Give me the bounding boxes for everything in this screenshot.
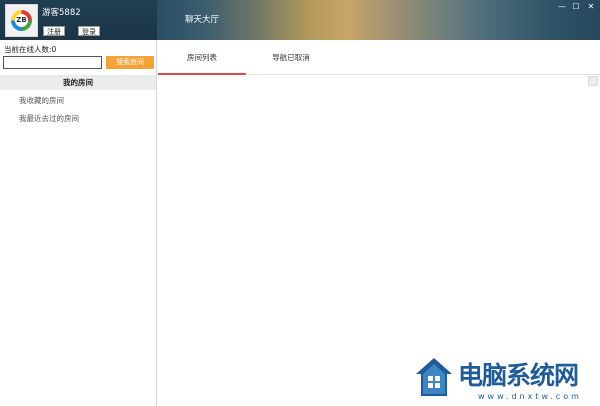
username: 游客5882 xyxy=(42,8,81,18)
watermark: 电脑系统网 www.dnxtw.com xyxy=(414,354,600,406)
main-content: 房间列表 导航已取消 xyxy=(158,40,600,406)
sidebar-item-recent-rooms[interactable]: 我最近去过的房间 xyxy=(0,111,156,126)
logo-ring-icon: ZB xyxy=(11,10,32,31)
watermark-text: 电脑系统网 xyxy=(458,361,579,390)
sidebar: 当前在线人数:0 搜索房间 我的房间 我收藏的房间 我最近去过的房间 xyxy=(0,40,157,406)
avatar[interactable]: ZB xyxy=(5,4,38,37)
avatar-logo-text: ZB xyxy=(15,14,28,27)
watermark-url: www.dnxtw.com xyxy=(478,392,582,401)
title-bar: ZB 游客5882 注册 登录 聊天大厅 — ☐ ✕ xyxy=(0,0,600,40)
tab-navigation-cancelled[interactable]: 导航已取消 xyxy=(246,40,336,75)
maximize-icon[interactable]: ☐ xyxy=(571,3,581,11)
sidebar-item-favorite-rooms[interactable]: 我收藏的房间 xyxy=(0,93,156,108)
lobby-title[interactable]: 聊天大厅 xyxy=(157,0,247,40)
search-room-button[interactable]: 搜索房间 xyxy=(106,56,154,69)
close-icon[interactable]: ✕ xyxy=(586,3,596,11)
tab-bar: 房间列表 导航已取消 xyxy=(158,40,600,75)
sidebar-item-my-rooms[interactable]: 我的房间 xyxy=(0,75,156,90)
user-panel: ZB 游客5882 注册 登录 xyxy=(0,0,157,40)
login-button[interactable]: 登录 xyxy=(78,26,100,36)
room-search-input[interactable] xyxy=(3,56,102,69)
house-logo-icon xyxy=(416,358,452,396)
online-count: 当前在线人数:0 xyxy=(4,45,57,54)
minimize-icon[interactable]: — xyxy=(557,3,567,11)
register-button[interactable]: 注册 xyxy=(43,26,65,36)
scrollbar[interactable] xyxy=(588,76,598,86)
tab-room-list[interactable]: 房间列表 xyxy=(158,40,246,75)
